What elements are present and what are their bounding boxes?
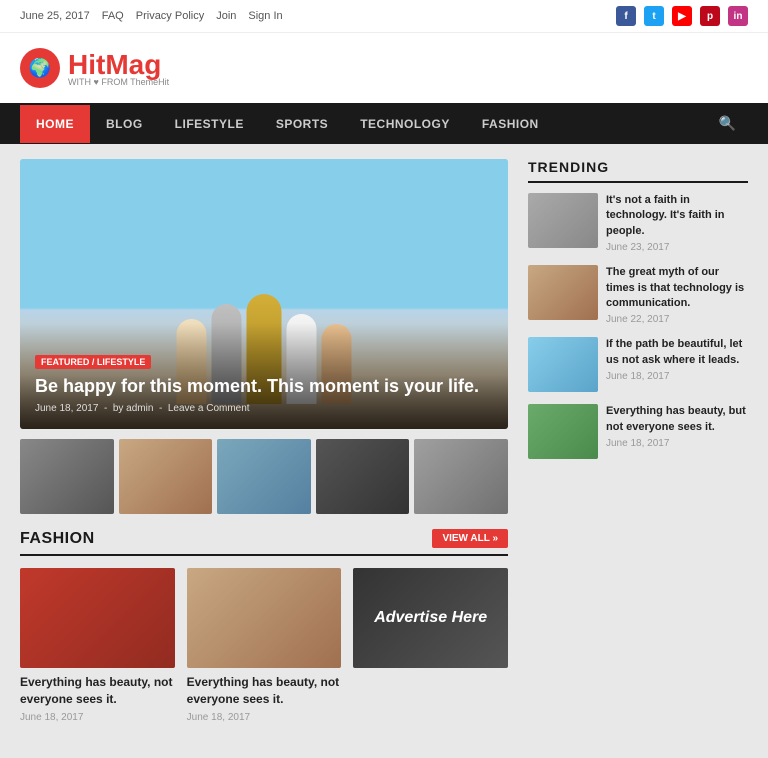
trending-title: TRENDING: [528, 159, 748, 183]
advertise-box[interactable]: Advertise Here: [353, 568, 508, 668]
thumbnail-strip: [20, 439, 508, 514]
trending-section: TRENDING It's not a faith in technology.…: [528, 159, 748, 459]
faq-link[interactable]: FAQ: [102, 10, 124, 22]
fashion-item-3: Advertise Here: [353, 568, 508, 723]
nav-links: HOME BLOG LIFESTYLE SPORTS TECHNOLOGY FA…: [20, 105, 555, 143]
site-logo[interactable]: 🌍 HitMag WITH ♥ FROM ThemeHit: [20, 48, 169, 88]
trending-item-4[interactable]: Everything has beauty, but not everyone …: [528, 404, 748, 459]
sidebar: TRENDING It's not a faith in technology.…: [528, 159, 748, 743]
featured-image: FEATURED / LIFESTYLE Be happy for this m…: [20, 159, 508, 429]
fashion-item-2: Everything has beauty, not everyone sees…: [187, 568, 342, 723]
featured-title: Be happy for this moment. This moment is…: [35, 375, 493, 398]
youtube-icon[interactable]: ▶: [672, 6, 692, 26]
thumb-item-2[interactable]: [119, 439, 213, 514]
nav-sports[interactable]: SPORTS: [260, 105, 344, 143]
top-bar: June 25, 2017 FAQ Privacy Policy Join Si…: [0, 0, 768, 33]
featured-date: June 18, 2017: [35, 403, 98, 414]
trending-item-date-1: June 23, 2017: [606, 242, 748, 253]
fashion-item-1: Everything has beauty, not everyone sees…: [20, 568, 175, 723]
nav-lifestyle[interactable]: LIFESTYLE: [159, 105, 260, 143]
featured-post[interactable]: FEATURED / LIFESTYLE Be happy for this m…: [20, 159, 508, 429]
thumb-item-4[interactable]: [316, 439, 410, 514]
fashion-title-2: Everything has beauty, not everyone sees…: [187, 674, 342, 708]
date-display: June 25, 2017: [20, 10, 90, 22]
logo-tagline: WITH ♥ FROM ThemeHit: [68, 77, 169, 87]
fashion-section-header: FASHION VIEW ALL »: [20, 529, 508, 556]
fashion-date-2: June 18, 2017: [187, 712, 342, 723]
trending-content-3: If the path be beautiful, let us not ask…: [606, 337, 748, 382]
social-icons: f t ▶ p in: [616, 6, 748, 26]
trending-item-date-3: June 18, 2017: [606, 371, 748, 382]
logo-text-area: HitMag WITH ♥ FROM ThemeHit: [68, 49, 169, 87]
trending-item-title-2: The great myth of our times is that tech…: [606, 265, 748, 311]
thumb-item-5[interactable]: [414, 439, 508, 514]
nav-fashion[interactable]: FASHION: [466, 105, 555, 143]
trending-thumb-3: [528, 337, 598, 392]
fashion-image-1: [20, 568, 175, 668]
thumb-item-3[interactable]: [217, 439, 311, 514]
fashion-date-1: June 18, 2017: [20, 712, 175, 723]
main-nav: HOME BLOG LIFESTYLE SPORTS TECHNOLOGY FA…: [0, 103, 768, 144]
trending-item-3[interactable]: If the path be beautiful, let us not ask…: [528, 337, 748, 392]
facebook-icon[interactable]: f: [616, 6, 636, 26]
featured-comment[interactable]: Leave a Comment: [168, 403, 250, 414]
fashion-grid: Everything has beauty, not everyone sees…: [20, 568, 508, 723]
instagram-icon[interactable]: in: [728, 6, 748, 26]
trending-content-1: It's not a faith in technology. It's fai…: [606, 193, 748, 253]
logo-icon: 🌍: [20, 48, 60, 88]
join-link[interactable]: Join: [216, 10, 236, 22]
twitter-icon[interactable]: t: [644, 6, 664, 26]
nav-home[interactable]: HOME: [20, 105, 90, 143]
trending-thumb-2: [528, 265, 598, 320]
trending-thumb-1: [528, 193, 598, 248]
trending-item-title-3: If the path be beautiful, let us not ask…: [606, 337, 748, 368]
trending-item-date-2: June 22, 2017: [606, 314, 748, 325]
trending-content-4: Everything has beauty, but not everyone …: [606, 404, 748, 449]
trending-content-2: The great myth of our times is that tech…: [606, 265, 748, 325]
main-content: FEATURED / LIFESTYLE Be happy for this m…: [0, 144, 768, 758]
trending-item-title-1: It's not a faith in technology. It's fai…: [606, 193, 748, 239]
fashion-view-all[interactable]: VIEW ALL »: [432, 529, 508, 548]
fashion-section-title: FASHION: [20, 530, 95, 548]
trending-item-1[interactable]: It's not a faith in technology. It's fai…: [528, 193, 748, 253]
trending-item-date-4: June 18, 2017: [606, 438, 748, 449]
featured-tag: FEATURED / LIFESTYLE: [35, 355, 151, 369]
privacy-link[interactable]: Privacy Policy: [136, 10, 204, 22]
thumb-item-1[interactable]: [20, 439, 114, 514]
nav-technology[interactable]: TECHNOLOGY: [344, 105, 466, 143]
content-area: FEATURED / LIFESTYLE Be happy for this m…: [20, 159, 508, 743]
signin-link[interactable]: Sign In: [248, 10, 282, 22]
trending-item-2[interactable]: The great myth of our times is that tech…: [528, 265, 748, 325]
search-icon[interactable]: 🔍: [707, 103, 748, 144]
featured-meta: June 18, 2017 - by admin - Leave a Comme…: [35, 403, 493, 414]
featured-overlay: FEATURED / LIFESTYLE Be happy for this m…: [20, 323, 508, 429]
fashion-title-1: Everything has beauty, not everyone sees…: [20, 674, 175, 708]
logo-mag: Mag: [105, 49, 161, 80]
trending-item-title-4: Everything has beauty, but not everyone …: [606, 404, 748, 435]
advertise-title: Advertise Here: [374, 609, 487, 627]
site-header: 🌍 HitMag WITH ♥ FROM ThemeHit: [0, 33, 768, 103]
nav-blog[interactable]: BLOG: [90, 105, 159, 143]
fashion-image-2: [187, 568, 342, 668]
featured-author[interactable]: by admin: [113, 403, 154, 414]
top-bar-left: June 25, 2017 FAQ Privacy Policy Join Si…: [20, 10, 283, 22]
pinterest-icon[interactable]: p: [700, 6, 720, 26]
fashion-section: FASHION VIEW ALL » Everything has beauty…: [20, 529, 508, 723]
logo-hit: Hit: [68, 49, 105, 80]
trending-thumb-4: [528, 404, 598, 459]
